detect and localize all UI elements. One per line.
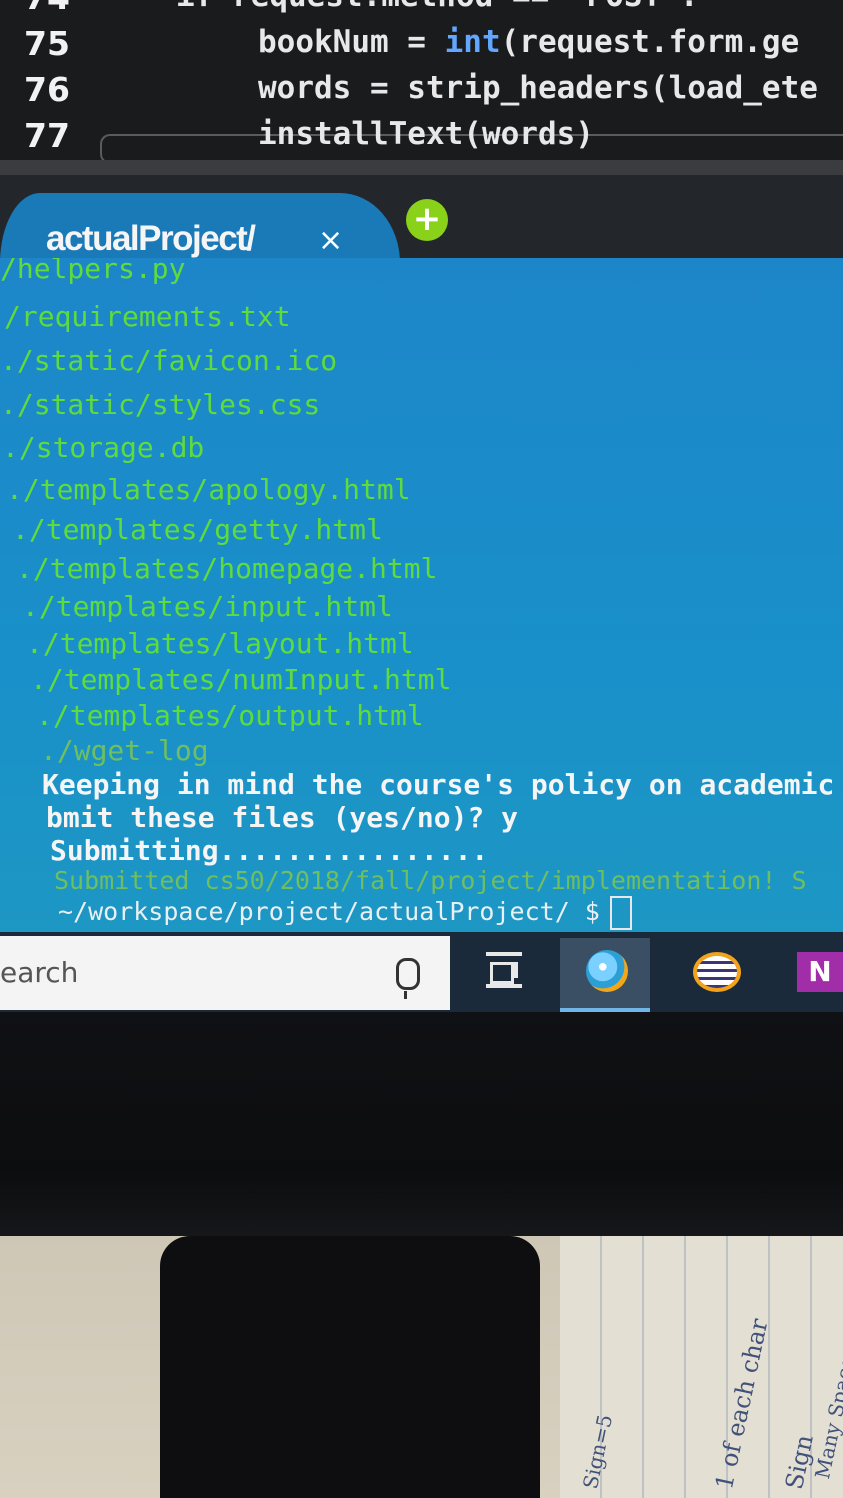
code-text: installText(words): [258, 116, 594, 152]
microphone-icon[interactable]: [396, 958, 420, 999]
line-number: 74: [24, 0, 94, 17]
terminal-line: Submitted cs50/2018/fall/project/impleme…: [54, 866, 807, 895]
notebook-paper: Sign=5 1 of each char Sign Many Spaces: [560, 1236, 843, 1498]
terminal-line: ./templates/getty.html: [12, 513, 383, 546]
task-view-window: [490, 962, 514, 984]
task-view-bar: [486, 984, 522, 988]
code-editor[interactable]: 74 if request.method == "POST": 75 bookN…: [0, 0, 843, 175]
terminal-line: ./templates/input.html: [22, 590, 393, 623]
line-number: 77: [24, 116, 70, 155]
add-tab-button[interactable]: +: [406, 199, 448, 241]
code-text: bookNum = int(request.form.ge: [258, 24, 799, 60]
prompt-text: ~/workspace/project/actualProject/ $: [58, 897, 600, 926]
terminal-line: Keeping in mind the course's policy on a…: [42, 768, 843, 801]
terminal-prompt[interactable]: ~/workspace/project/actualProject/ $: [58, 896, 632, 930]
code-segment: (request.form.ge: [500, 24, 800, 60]
edge-icon: [586, 950, 628, 992]
taskbar-app-eclipse[interactable]: [666, 938, 756, 1008]
editor-scrollbar[interactable]: [0, 160, 843, 175]
onenote-icon: N: [797, 952, 843, 992]
taskbar-app-edge[interactable]: [560, 938, 650, 1012]
monitor-stand: [160, 1236, 540, 1498]
terminal-line: bmit these files (yes/no)? y: [46, 801, 519, 834]
task-view-bar: [486, 952, 522, 956]
terminal-line: ./templates/layout.html: [26, 627, 414, 660]
code-keyword: int: [444, 24, 501, 60]
terminal-output[interactable]: /helpers.py /requirements.txt ./static/f…: [0, 258, 843, 936]
search-placeholder: earch: [0, 956, 79, 989]
handwritten-note: Sign=5: [578, 1412, 618, 1491]
code-segment: bookNum =: [258, 24, 445, 60]
terminal-line: ./templates/output.html: [36, 699, 424, 732]
terminal-line: ./templates/apology.html: [6, 473, 411, 506]
code-text: if request.method == "POST":: [176, 0, 699, 14]
terminal-line: ./static/favicon.ico: [0, 344, 338, 377]
cursor: [609, 896, 632, 930]
tab-label: actualProject/: [46, 219, 256, 258]
search-input[interactable]: earch: [0, 936, 450, 1010]
terminal-line: ./templates/numInput.html: [30, 663, 452, 696]
terminal-line: ./static/styles.css: [0, 388, 321, 421]
task-view-bar: [514, 962, 518, 978]
terminal-tab-bar: actualProject/ × +: [0, 175, 843, 265]
terminal-line: /requirements.txt: [4, 300, 291, 333]
terminal-line: ./storage.db: [2, 431, 205, 464]
terminal-tab[interactable]: actualProject/ ×: [0, 193, 400, 265]
taskbar-app-onenote[interactable]: N: [797, 938, 843, 1008]
close-icon[interactable]: ×: [318, 223, 343, 258]
monitor-bezel: [0, 1012, 843, 1237]
line-number: 75: [24, 24, 70, 63]
terminal-line: ./templates/homepage.html: [16, 552, 438, 585]
handwritten-note: 1 of each char: [710, 1316, 774, 1492]
eclipse-icon: [693, 952, 741, 992]
handwritten-note: Many Spaces: [810, 1344, 843, 1481]
terminal-line: ./wget-log: [40, 734, 209, 767]
code-text: words = strip_headers(load_ete: [258, 70, 818, 106]
terminal-line: /helpers.py: [0, 258, 186, 285]
terminal-line: Submitting................: [50, 834, 489, 867]
line-number: 76: [24, 70, 70, 109]
task-view-icon[interactable]: [486, 952, 522, 988]
taskbar: earch N: [0, 932, 843, 1012]
